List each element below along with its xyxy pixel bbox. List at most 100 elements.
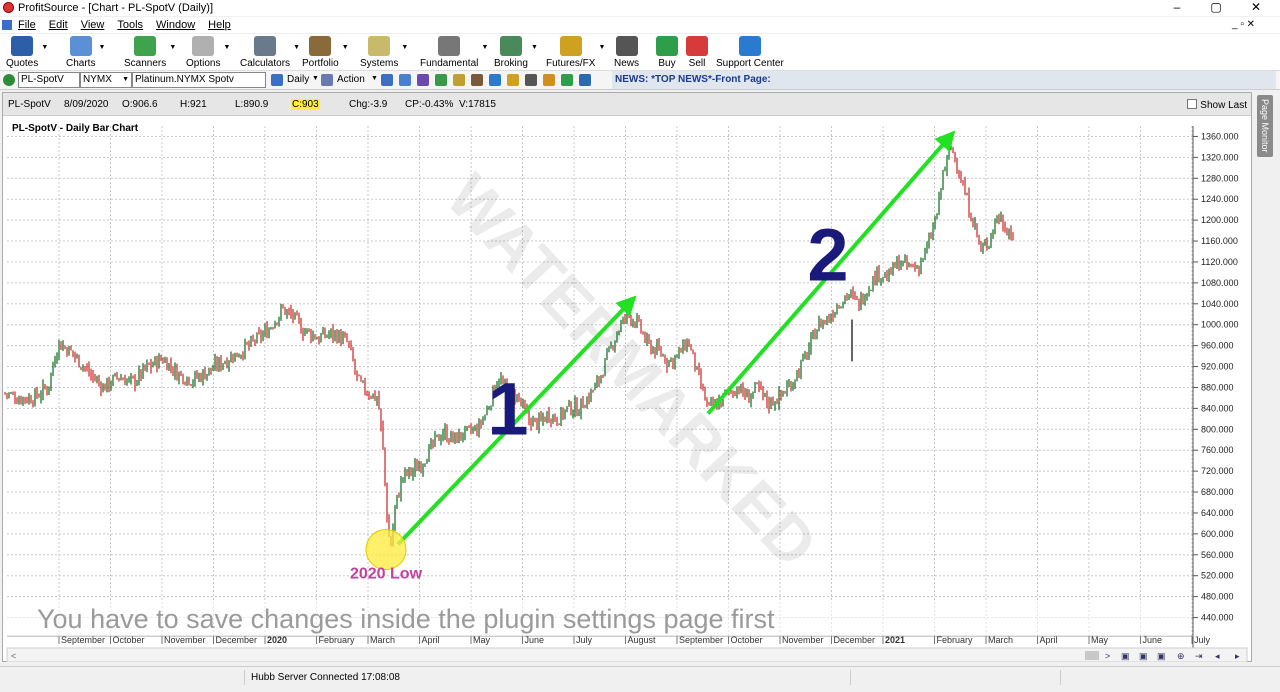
info-date: 8/09/2020 <box>64 99 109 110</box>
mdi-window-icon[interactable] <box>2 20 12 30</box>
toolbar-charts-button[interactable]: Charts ▼ <box>66 34 105 69</box>
chart-tool-icon[interactable] <box>399 74 411 86</box>
quotes-icon <box>11 36 34 56</box>
chart-tool-icon[interactable] <box>507 74 519 86</box>
menu-help[interactable]: Help <box>208 19 231 31</box>
close-button[interactable]: ✕ <box>1236 0 1276 16</box>
daily-bar-chart[interactable]: PL-SpotV - Daily Bar Chart 440.000 480.000… <box>3 116 1251 662</box>
options-icon <box>192 36 215 56</box>
toolbar-label: Fundamental <box>420 58 479 69</box>
mdi-controls[interactable]: _ ▫ ✕ <box>1232 19 1255 30</box>
show-last-label: Show Last <box>1200 100 1247 111</box>
menu-view[interactable]: View <box>81 19 105 31</box>
dropdown-arrow-icon[interactable]: ▼ <box>41 44 48 51</box>
dropdown-arrow-icon[interactable]: ▼ <box>599 44 606 51</box>
checkbox-box[interactable] <box>1187 99 1198 109</box>
dropdown-arrow-icon[interactable]: ▼ <box>224 44 231 51</box>
chart-tool-icon[interactable] <box>381 74 393 86</box>
status-bar: Hubb Server Connected 17:08:08 <box>0 666 1280 692</box>
annotation-label: 2020 Low <box>350 565 423 582</box>
period-chevron-icon[interactable]: ▼ <box>312 75 319 82</box>
toolbar-futures-fx-button[interactable]: Futures/FX ▼ <box>546 34 605 69</box>
dropdown-arrow-icon[interactable]: ▼ <box>531 44 538 51</box>
chart-tool-icon[interactable] <box>435 74 447 86</box>
toolbar-systems-button[interactable]: Systems ▼ <box>360 34 408 69</box>
y-tick-label: 1040.000 <box>1201 299 1239 309</box>
instrument-name-field[interactable]: Platinum.NYMX Spotv <box>132 72 266 88</box>
dropdown-arrow-icon[interactable]: ▼ <box>342 44 349 51</box>
menu-file[interactable]: File <box>18 19 36 31</box>
server-status: Hubb Server Connected 17:08:08 <box>244 670 501 685</box>
dropdown-arrow-icon[interactable]: ▼ <box>481 44 488 51</box>
chart-tool-icon[interactable] <box>561 74 573 86</box>
symbol-input[interactable]: PL-SpotV <box>18 72 80 88</box>
page-monitor-tab[interactable]: Page Monitor <box>1257 95 1273 157</box>
chart-nav-icon: ▣ <box>1139 651 1148 661</box>
toolbar-fundamental-button[interactable]: Fundamental ▼ <box>420 34 488 69</box>
chart-tool-icon[interactable] <box>471 74 483 86</box>
news-ticker[interactable]: NEWS: *TOP NEWS*-Front Page: <box>612 71 1276 89</box>
chart-tool-icon[interactable] <box>453 74 465 86</box>
exchange-select[interactable]: NYMX ▼ <box>80 72 132 88</box>
wave-label: 1 <box>487 368 528 451</box>
main-toolbar: Quotes ▼ Charts ▼ Scanners ▼ Options ▼ Calculato… <box>0 34 1280 71</box>
y-tick-label: 640.000 <box>1201 508 1234 518</box>
portfolio-icon <box>309 36 332 56</box>
y-tick-label: 800.000 <box>1201 424 1234 434</box>
toolbar-calculators-button[interactable]: Calculators ▼ <box>240 34 300 69</box>
menu-window[interactable]: Window <box>156 19 195 31</box>
info-symbol: PL-SpotV <box>8 99 51 110</box>
dropdown-arrow-icon[interactable]: ▼ <box>169 44 176 51</box>
toolbar-quotes-button[interactable]: Quotes ▼ <box>6 34 48 69</box>
toolbar-label: Portfolio <box>302 58 339 69</box>
y-tick-label: 560.000 <box>1201 550 1234 560</box>
chart-nav-icon: ▸ <box>1235 651 1240 661</box>
maximize-button[interactable]: ▢ <box>1196 0 1236 16</box>
toolbar-sell-button[interactable]: Sell <box>686 34 708 69</box>
chart-nav-icon: ▣ <box>1157 651 1166 661</box>
y-tick-label: 880.000 <box>1201 382 1234 392</box>
menu-tools[interactable]: Tools <box>117 19 143 31</box>
info-change: Chg:-3.9 <box>349 99 388 110</box>
toolbar-label: Options <box>186 58 221 69</box>
toolbar-options-button[interactable]: Options ▼ <box>186 34 230 69</box>
toolbar-news-button[interactable]: News <box>614 34 639 69</box>
dropdown-arrow-icon[interactable]: ▼ <box>401 44 408 51</box>
action-chevron-icon[interactable]: ▼ <box>371 75 378 82</box>
broking-icon <box>499 36 522 56</box>
chart-tool-icon[interactable] <box>543 74 555 86</box>
chart-info-bar: PL-SpotV 8/09/2020 O:906.6 H:921 L:890.9… <box>3 93 1251 116</box>
dropdown-arrow-icon[interactable]: ▼ <box>293 44 300 51</box>
toolbar-scanners-button[interactable]: Scanners ▼ <box>124 34 176 69</box>
title-bar: ProfitSource - [Chart - PL-SpotV (Daily)… <box>0 0 1280 16</box>
dropdown-arrow-icon[interactable]: ▼ <box>99 44 106 51</box>
chart-tool-icon[interactable] <box>525 74 537 86</box>
y-tick-label: 1360.000 <box>1201 131 1239 141</box>
toolbar-label: Support Center <box>716 58 784 69</box>
chart-tool-icon[interactable] <box>489 74 501 86</box>
minimize-button[interactable]: – <box>1157 0 1197 16</box>
toolbar-support-center-button[interactable]: Support Center <box>716 34 784 69</box>
toolbar-buy-button[interactable]: Buy <box>656 34 678 69</box>
chart-tool-icon[interactable] <box>579 74 591 86</box>
toolbar-broking-button[interactable]: Broking ▼ <box>494 34 538 69</box>
chart-nav-icon: ⊕ <box>1177 651 1185 661</box>
sell-icon <box>686 36 708 56</box>
toolbar-label: Quotes <box>6 58 39 69</box>
x-tick-label: July <box>1194 635 1211 645</box>
show-last-checkbox[interactable]: Show Last <box>1187 99 1247 111</box>
period-dropdown[interactable]: Daily <box>287 74 309 85</box>
fundamental-icon <box>438 36 461 56</box>
y-tick-label: 1160.000 <box>1201 236 1238 246</box>
toolbar-label: Futures/FX <box>546 58 596 69</box>
action-dropdown[interactable]: Action <box>337 74 365 85</box>
toolbar-label: Broking <box>494 58 528 69</box>
y-tick-label: 960.000 <box>1201 341 1234 351</box>
go-icon[interactable] <box>3 74 15 86</box>
chart-tool-icon[interactable] <box>417 74 429 86</box>
calculators-icon <box>254 36 277 56</box>
y-tick-label: 920.000 <box>1201 362 1234 372</box>
chart-nav-icon: ▣ <box>1121 651 1130 661</box>
menu-edit[interactable]: Edit <box>49 19 68 31</box>
toolbar-portfolio-button[interactable]: Portfolio ▼ <box>302 34 349 69</box>
